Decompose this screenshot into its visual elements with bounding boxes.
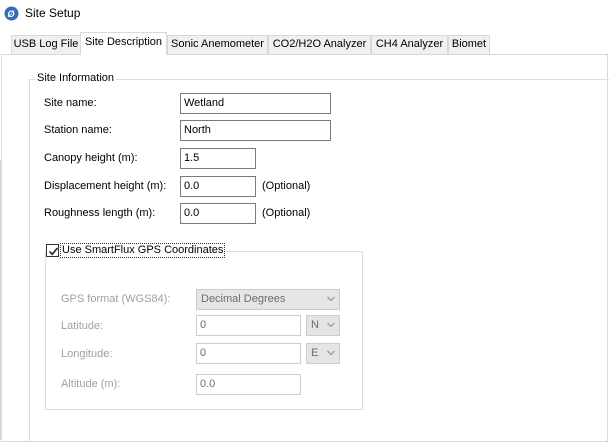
left-edge-divider: [0, 160, 3, 440]
roughness-length-field[interactable]: 0.0: [180, 203, 256, 224]
site-name-field[interactable]: Wetland: [180, 93, 331, 114]
station-name-field[interactable]: North: [180, 120, 331, 141]
latitude-label: Latitude:: [61, 320, 104, 332]
longitude-direction-dropdown[interactable]: E: [306, 343, 340, 364]
app-logo-icon: Ø: [4, 6, 19, 21]
use-gps-checkbox-label[interactable]: Use SmartFlux GPS Coordinates: [60, 243, 226, 258]
longitude-field[interactable]: 0: [196, 343, 301, 364]
latitude-direction-dropdown[interactable]: N: [306, 315, 340, 336]
canopy-height-field[interactable]: 1.5: [180, 148, 256, 169]
displacement-optional-note: (Optional): [262, 180, 311, 192]
tab-strip: USB Log File Site Description Sonic Anem…: [0, 32, 609, 55]
altitude-label: Altitude (m):: [61, 378, 121, 390]
canopy-height-label: Canopy height (m):: [44, 152, 138, 164]
group-title-site-information: Site Information: [35, 72, 117, 84]
window-title: Site Setup: [25, 6, 81, 20]
latitude-direction-value: N: [311, 319, 319, 331]
tab-co2-h2o-analyzer[interactable]: CO2/H2O Analyzer: [268, 35, 371, 54]
roughness-length-label: Roughness length (m):: [44, 207, 156, 219]
gps-format-value: Decimal Degrees: [201, 293, 286, 305]
gps-format-label: GPS format (WGS84):: [61, 293, 171, 305]
tab-biomet[interactable]: Biomet: [448, 35, 490, 54]
chevron-down-icon: [327, 350, 335, 356]
tab-sonic-anemometer[interactable]: Sonic Anemometer: [167, 35, 268, 54]
altitude-field[interactable]: 0.0: [196, 374, 301, 395]
tab-ch4-analyzer[interactable]: CH4 Analyzer: [371, 35, 448, 54]
tab-site-description[interactable]: Site Description: [80, 32, 167, 55]
site-name-label: Site name:: [44, 97, 97, 109]
displacement-height-label: Displacement height (m):: [44, 180, 167, 192]
longitude-label: Longitude:: [61, 348, 113, 360]
title-bar: Ø Site Setup: [0, 0, 609, 28]
station-name-label: Station name:: [44, 124, 112, 136]
longitude-direction-value: E: [311, 347, 319, 359]
use-gps-checkbox[interactable]: [46, 244, 59, 257]
gps-format-dropdown[interactable]: Decimal Degrees: [196, 289, 340, 310]
roughness-optional-note: (Optional): [262, 207, 311, 219]
svg-text:Ø: Ø: [8, 9, 16, 19]
latitude-field[interactable]: 0: [196, 315, 301, 336]
chevron-down-icon: [327, 296, 335, 302]
chevron-down-icon: [327, 322, 335, 328]
checkmark-icon: [48, 247, 59, 256]
gps-group-border-right: [213, 251, 363, 252]
displacement-height-field[interactable]: 0.0: [180, 176, 256, 197]
tab-usb-log-file[interactable]: USB Log File: [11, 35, 81, 54]
